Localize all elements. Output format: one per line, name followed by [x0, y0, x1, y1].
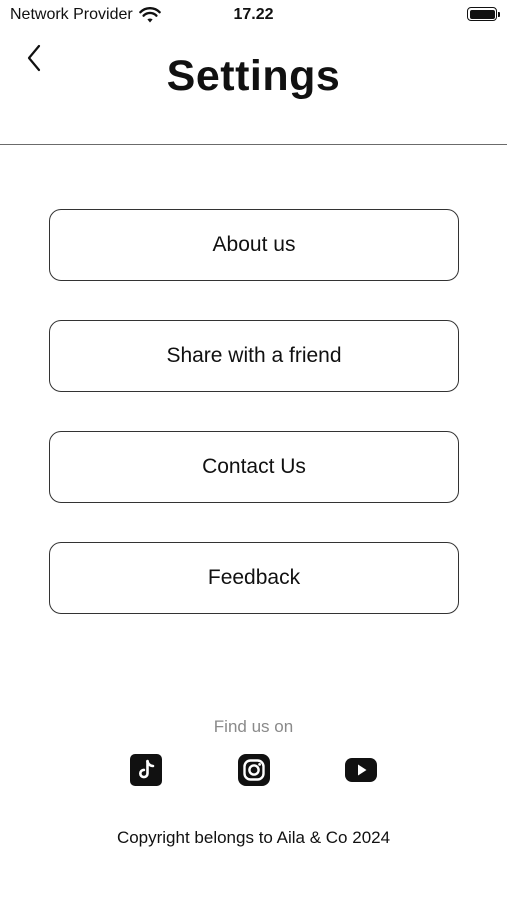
about-us-button[interactable]: About us [49, 209, 459, 281]
page-title: Settings [166, 52, 341, 100]
contact-us-button[interactable]: Contact Us [49, 431, 459, 503]
battery-level [469, 9, 495, 19]
find-us-label: Find us on [213, 717, 294, 736]
share-with-friend-button[interactable]: Share with a friend [49, 320, 459, 392]
header: Settings [0, 30, 507, 145]
feedback-button[interactable]: Feedback [49, 542, 459, 614]
settings-menu: About us Share with a friend Contact Us … [49, 209, 459, 653]
status-bar: Network Provider 17.22 [0, 0, 507, 30]
copyright-text: Copyright belongs to Aila & Co 2024 [116, 828, 391, 847]
battery-icon [467, 7, 500, 21]
status-time: 17.22 [233, 6, 274, 23]
tiktok-icon[interactable] [129, 753, 163, 787]
instagram-icon[interactable] [237, 753, 271, 787]
youtube-icon[interactable] [344, 753, 378, 787]
social-links [0, 753, 507, 787]
